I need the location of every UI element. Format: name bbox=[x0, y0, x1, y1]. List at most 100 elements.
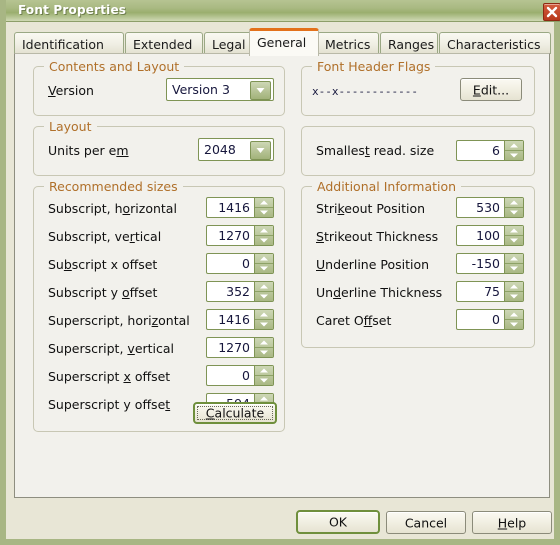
caret-down-glyph bbox=[260, 238, 268, 243]
caret-down-glyph bbox=[510, 322, 518, 327]
underline-thickness-spinner[interactable]: 75 bbox=[456, 281, 524, 302]
tab-label: General bbox=[257, 35, 307, 50]
spinner-buttons[interactable] bbox=[254, 366, 273, 385]
caret-up-glyph bbox=[260, 368, 268, 373]
help-button[interactable]: Help bbox=[472, 511, 552, 534]
spinner-down-icon[interactable] bbox=[505, 208, 523, 217]
spinner-buttons[interactable] bbox=[504, 310, 523, 329]
caret-offset-spinner[interactable]: 0 bbox=[456, 309, 524, 330]
spinner-buttons[interactable] bbox=[254, 282, 273, 301]
spinner-buttons[interactable] bbox=[504, 282, 523, 301]
spinner-down-icon[interactable] bbox=[255, 348, 273, 357]
spinner-down-icon[interactable] bbox=[505, 320, 523, 329]
strikeout-thickness-spinner[interactable]: 100 bbox=[456, 225, 524, 246]
subscript-horizontal-spinner[interactable]: 1416 bbox=[206, 197, 274, 218]
tab-ranges[interactable]: Ranges bbox=[380, 32, 438, 54]
tab-general[interactable]: General bbox=[249, 28, 319, 56]
cancel-button[interactable]: Cancel bbox=[386, 511, 466, 534]
subscript-x-offset-spinner[interactable]: 0 bbox=[206, 253, 274, 274]
calculate-button[interactable]: Calculate bbox=[193, 402, 277, 424]
group-font-header-flags: Font Header Flags x--x------------ Edit.… bbox=[301, 59, 535, 116]
spinner-down-icon[interactable] bbox=[255, 208, 273, 217]
version-combobox[interactable]: Version 3 bbox=[166, 78, 274, 101]
edit-flags-button[interactable]: Edit... bbox=[460, 78, 522, 101]
group-layout: Layout Units per em 2048 bbox=[33, 119, 285, 176]
strikeout-position-spinner[interactable]: 530 bbox=[456, 197, 524, 218]
subscript-horizontal-label: Subscript, horizontal bbox=[48, 201, 177, 216]
spinner-down-icon[interactable] bbox=[505, 292, 523, 301]
label-text: offset bbox=[130, 369, 171, 384]
spinner-buttons[interactable] bbox=[254, 226, 273, 245]
spinner-up-icon[interactable] bbox=[255, 282, 273, 292]
group-contents-and-layout: Contents and Layout Version Version 3 bbox=[33, 59, 285, 116]
tab-label: Identification bbox=[22, 37, 104, 52]
spinner-up-icon[interactable] bbox=[505, 310, 523, 320]
tab-label: Ranges bbox=[388, 37, 435, 52]
version-combobox-value: Version 3 bbox=[172, 82, 230, 97]
spinner-down-icon[interactable] bbox=[505, 236, 523, 245]
spinner-down-icon[interactable] bbox=[255, 236, 273, 245]
smallest-read-size-spinner[interactable]: 6 bbox=[456, 140, 524, 161]
tab-characteristics[interactable]: Characteristics bbox=[439, 32, 551, 54]
label-text: Superscript y offse bbox=[48, 397, 166, 412]
spinner-up-icon[interactable] bbox=[505, 141, 523, 151]
superscript-horizontal-spinner[interactable]: 1416 bbox=[206, 309, 274, 330]
spinner-down-icon[interactable] bbox=[255, 376, 273, 385]
underline-position-spinner[interactable]: -150 bbox=[456, 253, 524, 274]
spinner-buttons[interactable] bbox=[504, 198, 523, 217]
spinner-up-icon[interactable] bbox=[505, 282, 523, 292]
spinner-up-icon[interactable] bbox=[255, 254, 273, 264]
spinner-up-icon[interactable] bbox=[255, 198, 273, 208]
ok-button[interactable]: OK bbox=[296, 510, 380, 534]
label-text: Stri bbox=[316, 201, 338, 216]
spinner-buttons[interactable] bbox=[254, 310, 273, 329]
strikeout-position-label: Strikeout Position bbox=[316, 201, 425, 216]
mnemonic: S bbox=[316, 229, 324, 244]
spinner-up-icon[interactable] bbox=[255, 226, 273, 236]
tab-extended[interactable]: Extended bbox=[125, 32, 203, 54]
spinner-down-icon[interactable] bbox=[505, 151, 523, 160]
label-text: ersion bbox=[55, 83, 94, 98]
units-per-em-combobox[interactable]: 2048 bbox=[198, 138, 274, 161]
chevron-down-icon[interactable] bbox=[250, 141, 271, 160]
spinner-buttons[interactable] bbox=[504, 226, 523, 245]
chevron-down-icon[interactable] bbox=[250, 81, 271, 100]
strikeout-position-value: 530 bbox=[476, 200, 500, 215]
spinner-up-icon[interactable] bbox=[505, 226, 523, 236]
mnemonic: o bbox=[122, 201, 131, 216]
label-text: Smalles bbox=[316, 143, 365, 158]
label-text: alculate bbox=[214, 405, 265, 421]
tab-metrics[interactable]: Metrics bbox=[317, 32, 379, 54]
spinner-buttons[interactable] bbox=[254, 338, 273, 357]
superscript-vertical-spinner[interactable]: 1270 bbox=[206, 337, 274, 358]
underline-position-value: -150 bbox=[471, 256, 500, 271]
spinner-up-icon[interactable] bbox=[255, 310, 273, 320]
spinner-buttons[interactable] bbox=[504, 141, 523, 160]
spinner-down-icon[interactable] bbox=[255, 264, 273, 273]
spinner-down-icon[interactable] bbox=[255, 292, 273, 301]
superscript-x-offset-spinner[interactable]: 0 bbox=[206, 365, 274, 386]
label-text: read. size bbox=[369, 143, 435, 158]
label-text: tical bbox=[134, 229, 162, 244]
chevron-down-glyph bbox=[256, 148, 265, 153]
caret-up-glyph bbox=[260, 340, 268, 345]
superscript-vertical-label: Superscript, vertical bbox=[48, 341, 174, 356]
close-icon[interactable] bbox=[543, 3, 560, 21]
spinner-buttons[interactable] bbox=[254, 254, 273, 273]
subscript-y-offset-spinner[interactable]: 352 bbox=[206, 281, 274, 302]
spinner-down-icon[interactable] bbox=[255, 320, 273, 329]
label-text: Un bbox=[316, 285, 334, 300]
spinner-down-icon[interactable] bbox=[505, 264, 523, 273]
spinner-up-icon[interactable] bbox=[505, 198, 523, 208]
label-text: trikeout Thickness bbox=[323, 229, 439, 244]
subscript-vertical-spinner[interactable]: 1270 bbox=[206, 225, 274, 246]
subscript-vertical-value: 1270 bbox=[218, 228, 250, 243]
spinner-up-icon[interactable] bbox=[505, 254, 523, 264]
tab-identification[interactable]: Identification bbox=[14, 32, 124, 54]
spinner-up-icon[interactable] bbox=[255, 366, 273, 376]
spinner-buttons[interactable] bbox=[254, 198, 273, 217]
spinner-buttons[interactable] bbox=[504, 254, 523, 273]
group-title-font-header-flags: Font Header Flags bbox=[312, 59, 436, 74]
spinner-up-icon[interactable] bbox=[255, 338, 273, 348]
mnemonic: v bbox=[127, 341, 135, 356]
